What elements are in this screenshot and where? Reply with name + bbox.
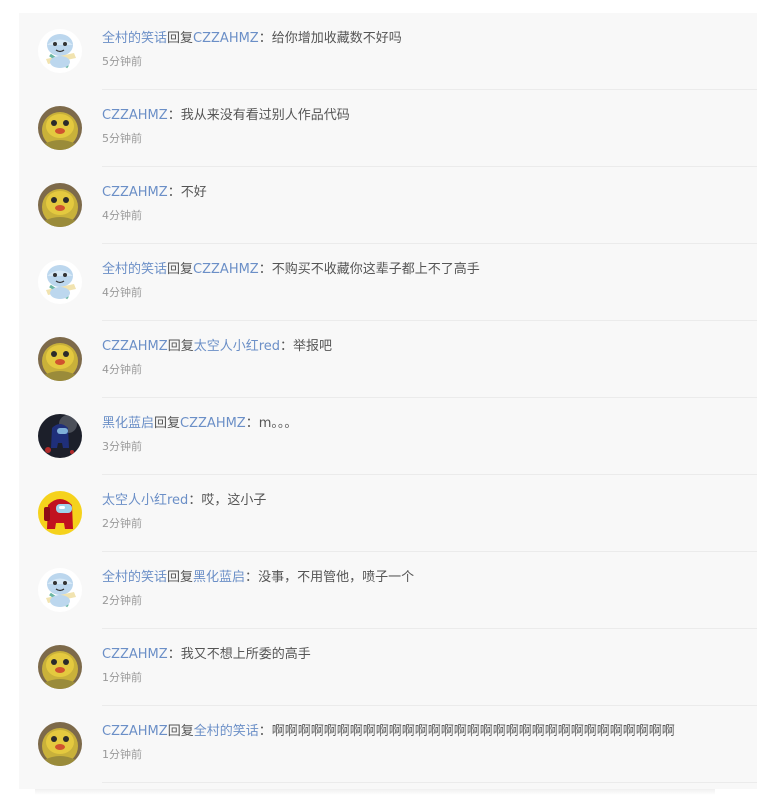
comment-content: 我从来没有看过别人作品代码 — [180, 108, 350, 123]
comment-text-line: CZZAHMZ：我又不想上所委的高手 — [102, 646, 311, 664]
comment-separator: ： — [167, 185, 181, 200]
comment-content: 不好 — [180, 185, 207, 200]
dark-crewmate-avatar[interactable] — [38, 414, 82, 458]
comment-author-link[interactable]: CZZAHMZ — [102, 339, 168, 354]
comment-separator: ： — [188, 493, 202, 508]
comment-content: 不购买不收藏你这辈子都上不了高手 — [271, 262, 480, 277]
comment-separator: ： — [280, 339, 294, 354]
comment-author-link[interactable]: 全村的笑话 — [102, 262, 167, 277]
comment-time: 5分钟前 — [102, 55, 142, 68]
comment-text-line: CZZAHMZ：我从来没有看过别人作品代码 — [102, 107, 350, 125]
comment-text-line: CZZAHMZ回复太空人小红red：举报吧 — [102, 338, 332, 356]
reply-target-link[interactable]: CZZAHMZ — [193, 31, 259, 46]
comment-separator: ： — [245, 416, 259, 431]
comment-content: m。。。 — [258, 416, 298, 431]
comment-author-link[interactable]: 黑化蓝启 — [102, 416, 154, 431]
reply-target-link[interactable]: 太空人小红red — [194, 339, 280, 354]
comment-time: 3分钟前 — [102, 440, 142, 453]
comment-divider — [102, 782, 757, 783]
shark-avatar[interactable] — [38, 260, 82, 304]
list-bottom-shadow — [35, 789, 715, 795]
comment-author-link[interactable]: CZZAHMZ — [102, 647, 168, 662]
duck-avatar[interactable] — [38, 722, 82, 766]
comment-item: 黑化蓝启回复CZZAHMZ：m。。。 3分钟前 — [19, 398, 757, 475]
comment-item: CZZAHMZ：我从来没有看过别人作品代码 5分钟前 — [19, 90, 757, 167]
comment-time: 4分钟前 — [102, 286, 142, 299]
duck-avatar[interactable] — [38, 337, 82, 381]
comment-text-line: 全村的笑话回复黑化蓝启：没事，不用管他，喷子一个 — [102, 569, 414, 587]
comment-item: CZZAHMZ回复太空人小红red：举报吧 4分钟前 — [19, 321, 757, 398]
comment-text-line: CZZAHMZ：不好 — [102, 184, 207, 202]
reply-word: 回复 — [154, 416, 181, 431]
comment-item: 全村的笑话回复CZZAHMZ：不购买不收藏你这辈子都上不了高手 4分钟前 — [19, 244, 757, 321]
comment-content: 啊啊啊啊啊啊啊啊啊啊啊啊啊啊啊啊啊啊啊啊啊啊啊啊啊啊啊啊啊啊啊 — [271, 724, 675, 739]
comment-content: 没事，不用管他，喷子一个 — [258, 570, 415, 585]
duck-avatar[interactable] — [38, 645, 82, 689]
comment-author-link[interactable]: 全村的笑话 — [102, 31, 167, 46]
comment-content: 我又不想上所委的高手 — [180, 647, 311, 662]
comment-author-link[interactable]: 太空人小红red — [102, 493, 188, 508]
comment-text-line: 全村的笑话回复CZZAHMZ：给你增加收藏数不好吗 — [102, 30, 402, 48]
comment-time: 5分钟前 — [102, 132, 142, 145]
comment-time: 2分钟前 — [102, 594, 142, 607]
comment-item: CZZAHMZ回复全村的笑话：啊啊啊啊啊啊啊啊啊啊啊啊啊啊啊啊啊啊啊啊啊啊啊啊啊… — [19, 706, 757, 783]
comment-time: 1分钟前 — [102, 671, 142, 684]
shark-avatar[interactable] — [38, 568, 82, 612]
comment-separator: ： — [258, 262, 272, 277]
comment-author-link[interactable]: CZZAHMZ — [102, 185, 168, 200]
comment-separator: ： — [258, 31, 272, 46]
reply-word: 回复 — [167, 31, 194, 46]
comment-separator: ： — [245, 570, 259, 585]
shark-avatar[interactable] — [38, 29, 82, 73]
comment-separator: ： — [167, 647, 181, 662]
comment-text-line: 黑化蓝启回复CZZAHMZ：m。。。 — [102, 415, 297, 433]
comment-content: 给你增加收藏数不好吗 — [271, 31, 402, 46]
reply-target-link[interactable]: 全村的笑话 — [194, 724, 259, 739]
comment-time: 1分钟前 — [102, 748, 142, 761]
comment-content: 哎，这小子 — [201, 493, 267, 508]
comment-separator: ： — [258, 724, 272, 739]
reply-target-link[interactable]: CZZAHMZ — [180, 416, 246, 431]
comment-list: 全村的笑话回复CZZAHMZ：给你增加收藏数不好吗 5分钟前 CZZAHMZ：我从… — [19, 13, 757, 789]
comment-text-line: 全村的笑话回复CZZAHMZ：不购买不收藏你这辈子都上不了高手 — [102, 261, 480, 279]
red-crewmate-avatar[interactable] — [38, 491, 82, 535]
comment-text-line: CZZAHMZ回复全村的笑话：啊啊啊啊啊啊啊啊啊啊啊啊啊啊啊啊啊啊啊啊啊啊啊啊啊… — [102, 723, 675, 741]
comment-content: 举报吧 — [293, 339, 333, 354]
comment-time: 4分钟前 — [102, 363, 142, 376]
reply-word: 回复 — [167, 570, 194, 585]
reply-word: 回复 — [167, 724, 194, 739]
comment-text-line: 太空人小红red：哎，这小子 — [102, 492, 266, 510]
comment-author-link[interactable]: 全村的笑话 — [102, 570, 167, 585]
comment-item: 太空人小红red：哎，这小子 2分钟前 — [19, 475, 757, 552]
comment-item: CZZAHMZ：我又不想上所委的高手 1分钟前 — [19, 629, 757, 706]
comment-separator: ： — [167, 108, 181, 123]
comment-item: 全村的笑话回复黑化蓝启：没事，不用管他，喷子一个 2分钟前 — [19, 552, 757, 629]
comment-time: 4分钟前 — [102, 209, 142, 222]
duck-avatar[interactable] — [38, 106, 82, 150]
comment-time: 2分钟前 — [102, 517, 142, 530]
comment-author-link[interactable]: CZZAHMZ — [102, 724, 168, 739]
reply-word: 回复 — [167, 339, 194, 354]
duck-avatar[interactable] — [38, 183, 82, 227]
reply-target-link[interactable]: 黑化蓝启 — [193, 570, 245, 585]
reply-word: 回复 — [167, 262, 194, 277]
comment-item: CZZAHMZ：不好 4分钟前 — [19, 167, 757, 244]
comment-author-link[interactable]: CZZAHMZ — [102, 108, 168, 123]
comment-item: 全村的笑话回复CZZAHMZ：给你增加收藏数不好吗 5分钟前 — [19, 13, 757, 90]
reply-target-link[interactable]: CZZAHMZ — [193, 262, 259, 277]
